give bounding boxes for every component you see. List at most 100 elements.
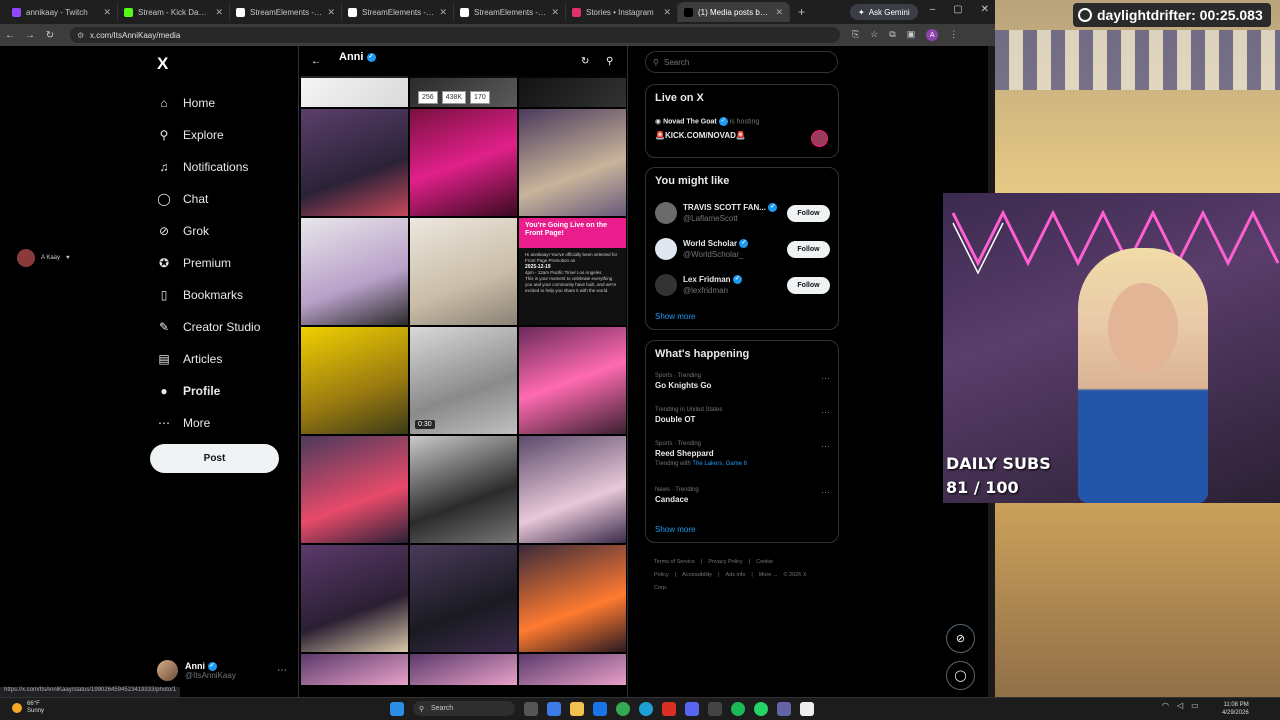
media-tile[interactable]: [301, 76, 408, 107]
tab-close-icon[interactable]: ✕: [551, 7, 559, 18]
nav-item-chat[interactable]: ◯ Chat: [157, 192, 208, 206]
tab-close-icon[interactable]: ✕: [327, 7, 335, 18]
trend-item[interactable]: Sports · Trending Go Knights Go ⋯: [655, 373, 830, 390]
nav-item-premium[interactable]: ✪ Premium: [157, 256, 231, 270]
copilot-icon[interactable]: [547, 701, 561, 716]
weather-widget[interactable]: 66°F Sunny: [12, 701, 44, 715]
extensions-icon[interactable]: ⧉: [889, 29, 895, 41]
chrome-icon[interactable]: [616, 701, 630, 716]
bookmark-star-icon[interactable]: ☆: [870, 29, 878, 41]
media-tile[interactable]: [519, 76, 626, 107]
trend-item[interactable]: Sports · Trending Reed Sheppard Trending w…: [655, 441, 830, 467]
live-avatar[interactable]: [811, 130, 828, 147]
reload-icon[interactable]: ↻: [40, 30, 60, 41]
site-info-icon[interactable]: ⚙: [77, 31, 84, 40]
media-tile[interactable]: [410, 545, 517, 652]
media-tile[interactable]: 256 438K 170: [410, 76, 517, 107]
clock[interactable]: 11:08 PM 4/29/2026: [1222, 701, 1249, 717]
media-tile[interactable]: [410, 436, 517, 543]
suggested-account[interactable]: TRAVIS SCOTT FAN... ✓ @LaflameScott: [655, 202, 778, 224]
nav-item-creator-studio[interactable]: ✎ Creator Studio: [157, 320, 260, 334]
media-tile[interactable]: [519, 327, 626, 434]
browser-tab[interactable]: (1) Media posts by Anni ✕: [678, 2, 790, 22]
cast-icon[interactable]: ⎘: [852, 29, 859, 41]
media-tile[interactable]: [301, 545, 408, 652]
tab-close-icon[interactable]: ✕: [663, 7, 671, 18]
teams-icon[interactable]: [777, 701, 791, 716]
media-tile[interactable]: [301, 436, 408, 543]
media-tile[interactable]: You're Going Live on the Front Page! Hi a…: [519, 218, 626, 325]
media-tile[interactable]: [410, 109, 517, 216]
show-more-link[interactable]: Show more: [655, 312, 695, 321]
trend-more-icon[interactable]: ⋯: [821, 441, 830, 452]
nav-item-notifications[interactable]: ♫ Notifications: [157, 160, 249, 174]
whatsapp-icon[interactable]: [754, 701, 768, 716]
app-icon[interactable]: [708, 701, 722, 716]
app-icon[interactable]: [800, 701, 814, 716]
browser-tab[interactable]: Stories • Instagram ✕: [566, 2, 678, 22]
media-tile[interactable]: [519, 654, 626, 685]
nav-item-grok[interactable]: ⊘ Grok: [157, 224, 209, 238]
account-switcher[interactable]: Anni ✓ @ItsAnniKaay ⋯: [157, 660, 287, 681]
close-icon[interactable]: ✕: [981, 4, 989, 15]
trend-item[interactable]: Trending in United States Double OT ⋯: [655, 407, 830, 424]
show-more-link[interactable]: Show more: [655, 525, 695, 534]
browser-tab[interactable]: StreamElements - Overla ✕: [230, 2, 342, 22]
nav-item-explore[interactable]: ⚲ Explore: [157, 128, 224, 142]
edge-icon[interactable]: [639, 701, 653, 716]
live-host[interactable]: ◉ Novad The Goat ✓ is hosting: [655, 117, 759, 126]
browser-tab[interactable]: Stream - Kick Dashboard ✕: [118, 2, 230, 22]
account-more-icon[interactable]: ⋯: [277, 665, 287, 676]
trend-item[interactable]: News · Trending Candace ⋯: [655, 487, 830, 504]
footer-link[interactable]: More ...: [759, 572, 778, 578]
suggested-account[interactable]: Lex Fridman ✓ @lexfridman: [655, 274, 742, 296]
footer-link[interactable]: Terms of Service: [654, 559, 695, 565]
trend-more-icon[interactable]: ⋯: [821, 373, 830, 384]
footer-link[interactable]: Accessibility: [682, 572, 712, 578]
task-view-icon[interactable]: [524, 701, 538, 716]
back-icon[interactable]: ←: [0, 30, 20, 41]
trend-more-icon[interactable]: ⋯: [821, 407, 830, 418]
nav-item-profile[interactable]: ● Profile: [157, 384, 220, 398]
follow-button[interactable]: Follow: [787, 277, 830, 294]
media-tile[interactable]: 0:30: [410, 327, 517, 434]
volume-icon[interactable]: ◁: [1177, 701, 1183, 710]
grok-fab-icon[interactable]: ⊘: [946, 624, 975, 653]
media-tile[interactable]: [410, 218, 517, 325]
browser-tab[interactable]: annikaay - Twitch ✕: [6, 2, 118, 22]
maximize-icon[interactable]: ▢: [953, 4, 962, 15]
post-button[interactable]: Post: [150, 444, 279, 473]
media-tile[interactable]: [519, 545, 626, 652]
profile-avatar-icon[interactable]: A: [926, 29, 939, 41]
discord-icon[interactable]: [685, 701, 699, 716]
minimize-icon[interactable]: –: [930, 4, 936, 15]
media-tile[interactable]: [519, 109, 626, 216]
media-tile[interactable]: [301, 109, 408, 216]
live-link[interactable]: 🚨KICK.COM/NOVAD🚨: [655, 131, 746, 140]
media-tile[interactable]: [301, 218, 408, 325]
store-icon[interactable]: [593, 701, 607, 716]
spotify-icon[interactable]: [731, 701, 745, 716]
back-arrow-icon[interactable]: ←: [311, 56, 321, 67]
media-tile[interactable]: [410, 654, 517, 685]
nav-item-more[interactable]: ⋯ More: [157, 416, 210, 430]
media-tile[interactable]: [519, 436, 626, 543]
x-logo-icon[interactable]: X: [157, 54, 168, 74]
refresh-icon[interactable]: ↻: [581, 56, 589, 67]
follow-button[interactable]: Follow: [787, 241, 830, 258]
ask-gemini-button[interactable]: ✦ Ask Gemini: [850, 4, 918, 20]
browser-tab[interactable]: StreamElements - annika ✕: [454, 2, 566, 22]
tab-close-icon[interactable]: ✕: [103, 7, 111, 18]
search-input[interactable]: ⚲ Search: [645, 51, 838, 73]
nav-item-articles[interactable]: ▤ Articles: [157, 352, 222, 366]
url-input[interactable]: ⚙ x.com/ItsAnniKaay/media: [70, 27, 840, 43]
messages-fab-icon[interactable]: ◯: [946, 661, 975, 690]
tab-close-icon[interactable]: ✕: [215, 7, 223, 18]
sidepanel-icon[interactable]: ▣: [907, 29, 916, 41]
forward-icon[interactable]: →: [20, 30, 40, 41]
app-icon[interactable]: [662, 701, 676, 716]
trend-with-link[interactable]: The Lakers, Game 6: [692, 461, 747, 467]
footer-link[interactable]: Ads info: [726, 572, 746, 578]
new-tab-button[interactable]: +: [798, 5, 805, 19]
search-icon[interactable]: ⚲: [606, 56, 613, 67]
